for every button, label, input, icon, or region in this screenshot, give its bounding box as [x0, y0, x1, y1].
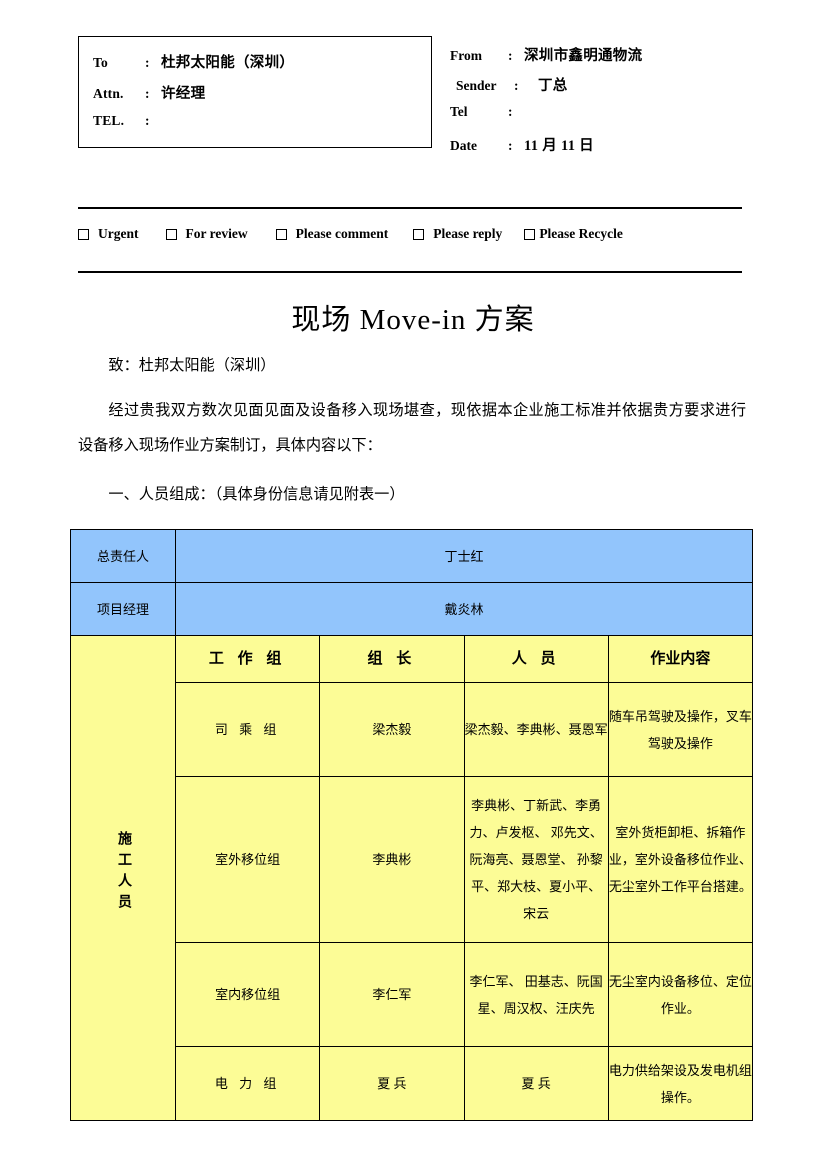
- cell-members: 李仁军、 田基志、阮国星、周汉权、汪庆先: [463, 942, 609, 1047]
- checkbox-label-for-review: For review: [185, 226, 248, 241]
- tel-colon: :: [145, 113, 150, 128]
- checkbox-icon[interactable]: [524, 228, 536, 240]
- cell-group: 电 力 组: [174, 1046, 321, 1121]
- checkbox-label-please-reply: Please reply: [433, 226, 503, 241]
- cell-group: 室外移位组: [174, 776, 321, 943]
- from-label: From: [450, 48, 482, 63]
- fax-header: To : 杜邦太阳能（深圳） Attn. : 许经理 TEL. : From :…: [0, 0, 826, 185]
- table-header-row: 施工人员 工 作 组 组 长 人 员 作业内容: [70, 635, 754, 1121]
- section-heading-personnel: 一、人员组成：（具体身份信息请见附表一）: [108, 486, 405, 503]
- cell-duty: 室外货柜卸柜、拆箱作业，室外设备移位作业、无尘室外工作平台搭建。: [607, 776, 754, 943]
- divider-rule-bottom: [78, 271, 742, 273]
- table-row-project-manager: 项目经理 戴炎林: [70, 582, 753, 636]
- page-title: 现场 Move-in 方案: [291, 304, 535, 336]
- cell-leader: 李仁军: [319, 942, 465, 1047]
- recipient-row-tel: TEL. :: [93, 113, 431, 144]
- attn-label: Attn.: [93, 86, 124, 101]
- attn-value: 许经理: [161, 86, 206, 102]
- document-page: To : 杜邦太阳能（深圳） Attn. : 许经理 TEL. : From :…: [0, 0, 826, 1169]
- checkbox-option-please-reply[interactable]: Please reply: [413, 226, 502, 242]
- to-label: To: [93, 55, 108, 70]
- cell-members: 夏 兵: [463, 1046, 609, 1121]
- cell-duty: 电力供给架设及发电机组操作。: [607, 1046, 754, 1121]
- date-value: 11 月 11 日: [524, 138, 594, 154]
- tel-label: TEL.: [93, 113, 125, 128]
- cell-leader: 李典彬: [319, 776, 465, 943]
- sender-row-sender: Sender : 丁总: [450, 74, 780, 104]
- cell-duty: 无尘室内设备移位、定位作业。: [607, 942, 754, 1047]
- checkbox-icon[interactable]: [78, 228, 89, 240]
- recipient-row-to: To : 杜邦太阳能（深圳）: [93, 51, 431, 82]
- checkbox-icon[interactable]: [275, 228, 287, 240]
- chief-name-value: 丁士红: [175, 529, 753, 583]
- staff-section-label: 施工人员: [70, 635, 176, 1121]
- cell-group: 司 乘 组: [174, 682, 321, 777]
- cell-leader: 夏 兵: [319, 1046, 465, 1121]
- divider-rule-top: [78, 207, 742, 209]
- date-label: Date: [450, 138, 477, 153]
- sender-value: 丁总: [538, 78, 568, 94]
- sender-row-from: From : 深圳市鑫明通物流: [450, 44, 780, 74]
- sender-label: Sender: [456, 78, 497, 93]
- intro-paragraph: 经过贵我双方数次见面见面及设备移入现场堪查，现依据本企业施工标准并依据贵方要求进…: [78, 402, 746, 454]
- pm-name-value: 戴炎林: [175, 582, 753, 636]
- column-header-members: 人 员: [463, 635, 609, 683]
- personnel-table: 总责任人 丁士红 项目经理 戴炎林 施工人员 工 作 组 组 长 人 员 作业内…: [70, 529, 754, 1121]
- checkbox-option-please-comment[interactable]: Please comment: [275, 226, 389, 242]
- checkbox-label-please-comment: Please comment: [295, 226, 389, 241]
- recipient-row-attn: Attn. : 许经理: [93, 82, 431, 113]
- recipient-box: To : 杜邦太阳能（深圳） Attn. : 许经理 TEL. :: [78, 36, 432, 148]
- sender-colon: :: [514, 78, 519, 93]
- from-colon: :: [508, 48, 513, 63]
- cell-members: 梁杰毅、李典彬、聂恩军: [463, 682, 609, 777]
- pm-role-label: 项目经理: [70, 582, 176, 636]
- sender-tel-label: Tel: [450, 104, 468, 119]
- sender-box: From : 深圳市鑫明通物流 Sender : 丁总 Tel : Date :…: [450, 44, 780, 164]
- to-value: 杜邦太阳能（深圳）: [161, 55, 295, 71]
- sender-row-date: Date : 11 月 11 日: [450, 134, 780, 164]
- cell-group: 室内移位组: [174, 942, 321, 1047]
- sender-row-tel: Tel :: [450, 104, 780, 134]
- checkbox-options-row: Urgent For review Please comment Please …: [78, 220, 748, 248]
- column-header-duty: 作业内容: [607, 635, 754, 683]
- checkbox-option-urgent[interactable]: Urgent: [78, 226, 139, 242]
- column-header-group: 工 作 组: [174, 635, 321, 683]
- cell-members: 李典彬、丁新武、李勇力、卢发枢、 邓先文、阮海亮、聂恩堂、 孙黎平、郑大枝、夏小…: [463, 776, 609, 943]
- checkbox-option-for-review[interactable]: For review: [165, 226, 248, 242]
- cell-leader: 梁杰毅: [319, 682, 465, 777]
- checkbox-icon[interactable]: [413, 228, 425, 240]
- checkbox-option-please-recycle[interactable]: Please Recycle: [524, 226, 623, 242]
- document-body: 致：杜邦太阳能（深圳） 经过贵我双方数次见面见面及设备移入现场堪查，现依据本企业…: [78, 348, 746, 512]
- chief-role-label: 总责任人: [70, 529, 176, 583]
- sender-tel-colon: :: [508, 104, 513, 119]
- checkbox-icon[interactable]: [165, 228, 177, 240]
- column-header-leader: 组 长: [319, 635, 465, 683]
- checkbox-label-urgent: Urgent: [98, 226, 139, 241]
- table-row-chief: 总责任人 丁士红: [70, 529, 753, 583]
- cell-duty: 随车吊驾驶及操作，叉车驾驶及操作: [607, 682, 754, 777]
- attn-colon: :: [145, 86, 150, 101]
- checkbox-label-please-recycle: Please Recycle: [539, 226, 623, 241]
- to-colon: :: [145, 55, 150, 70]
- salutation-line: 致：杜邦太阳能（深圳）: [108, 357, 276, 374]
- from-value: 深圳市鑫明通物流: [524, 48, 643, 64]
- date-colon: :: [508, 138, 513, 153]
- staff-section-label-text: 施工人员: [116, 831, 132, 915]
